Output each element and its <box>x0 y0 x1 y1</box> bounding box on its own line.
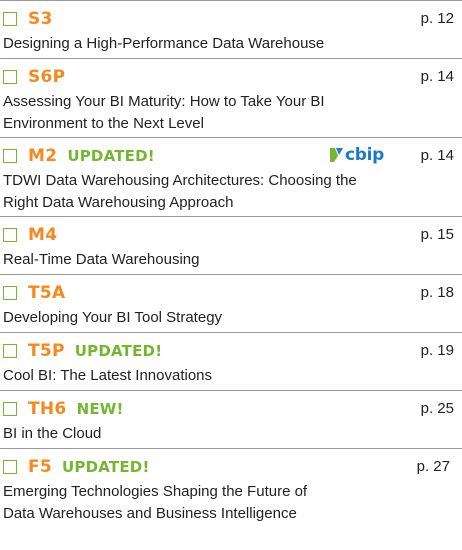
course-title-line: Data Warehouses and Business Intelligenc… <box>3 505 297 522</box>
course-code: TH6 <box>28 399 67 419</box>
page-number: p. 18 <box>420 284 454 301</box>
cbip-logo-text: cbip <box>345 145 385 165</box>
course-code: T5A <box>28 283 66 303</box>
course-title-line: Right Data Warehousing Approach <box>3 194 234 211</box>
course-item: T5A p. 18 Developing Your BI Tool Strate… <box>0 274 462 332</box>
page-number: p. 12 <box>420 10 454 27</box>
course-title-line: TDWI Data Warehousing Architectures: Cho… <box>3 172 357 189</box>
course-title-line: BI in the Cloud <box>3 425 102 442</box>
course-checkbox[interactable] <box>3 402 17 416</box>
course-item: T5P UPDATED! p. 19 Cool BI: The Latest I… <box>0 332 462 390</box>
course-item: F5 UPDATED! p. 27 Emerging Technologies … <box>0 448 462 548</box>
course-checkbox[interactable] <box>3 149 17 163</box>
cbip-logo-icon <box>330 148 343 162</box>
course-code: M2 <box>28 146 58 166</box>
course-title-line: Real-Time Data Warehousing <box>3 251 200 268</box>
page-number: p. 25 <box>420 400 454 417</box>
course-badge: UPDATED! <box>74 342 163 360</box>
course-checkbox[interactable] <box>3 12 17 26</box>
course-code: T5P <box>28 341 65 361</box>
course-title: Real-Time Data Warehousing <box>3 247 458 271</box>
page-number: p. 14 <box>420 68 454 85</box>
course-checkbox[interactable] <box>3 70 17 84</box>
page-number: p. 27 <box>416 458 450 475</box>
course-title: Emerging Technologies Shaping the Future… <box>3 479 458 525</box>
course-title: BI in the Cloud <box>3 421 458 445</box>
course-code: S6P <box>28 67 66 87</box>
course-title: Assessing Your BI Maturity: How to Take … <box>3 89 458 135</box>
page-number: p. 15 <box>420 226 454 243</box>
course-title-line: Designing a High-Performance Data Wareho… <box>3 35 325 52</box>
course-title: Designing a High-Performance Data Wareho… <box>3 31 458 55</box>
course-title-line: Environment to the Next Level <box>3 115 204 132</box>
course-list: S3 p. 12 Designing a High-Performance Da… <box>0 0 462 548</box>
course-title-line: Developing Your BI Tool Strategy <box>3 309 223 326</box>
course-item: S3 p. 12 Designing a High-Performance Da… <box>0 0 462 58</box>
course-checkbox[interactable] <box>3 286 17 300</box>
course-checkbox[interactable] <box>3 460 17 474</box>
course-title-line: Cool BI: The Latest Innovations <box>3 367 213 384</box>
course-title: Developing Your BI Tool Strategy <box>3 305 458 329</box>
course-title: TDWI Data Warehousing Architectures: Cho… <box>3 168 458 214</box>
course-title-line: Assessing Your BI Maturity: How to Take … <box>3 93 325 110</box>
page-number: p. 14 <box>420 147 454 164</box>
course-code: S3 <box>28 9 53 29</box>
course-badge: UPDATED! <box>67 147 155 165</box>
course-checkbox[interactable] <box>3 344 17 358</box>
course-badge: UPDATED! <box>62 458 150 476</box>
course-checkbox[interactable] <box>3 228 17 242</box>
cbip-logo: cbip <box>330 145 384 165</box>
course-title: Cool BI: The Latest Innovations <box>3 363 458 387</box>
course-item: M4 p. 15 Real-Time Data Warehousing <box>0 216 462 274</box>
page-number: p. 19 <box>420 342 454 359</box>
course-item: TH6 NEW! p. 25 BI in the Cloud <box>0 390 462 448</box>
course-badge: NEW! <box>76 400 124 418</box>
course-title-line: Emerging Technologies Shaping the Future… <box>3 483 308 500</box>
course-code: F5 <box>28 457 53 477</box>
course-item: S6P p. 14 Assessing Your BI Maturity: Ho… <box>0 58 462 137</box>
course-item: M2 UPDATED! cbip p. 14 TDWI Data Warehou… <box>0 137 462 216</box>
course-code: M4 <box>28 225 58 245</box>
